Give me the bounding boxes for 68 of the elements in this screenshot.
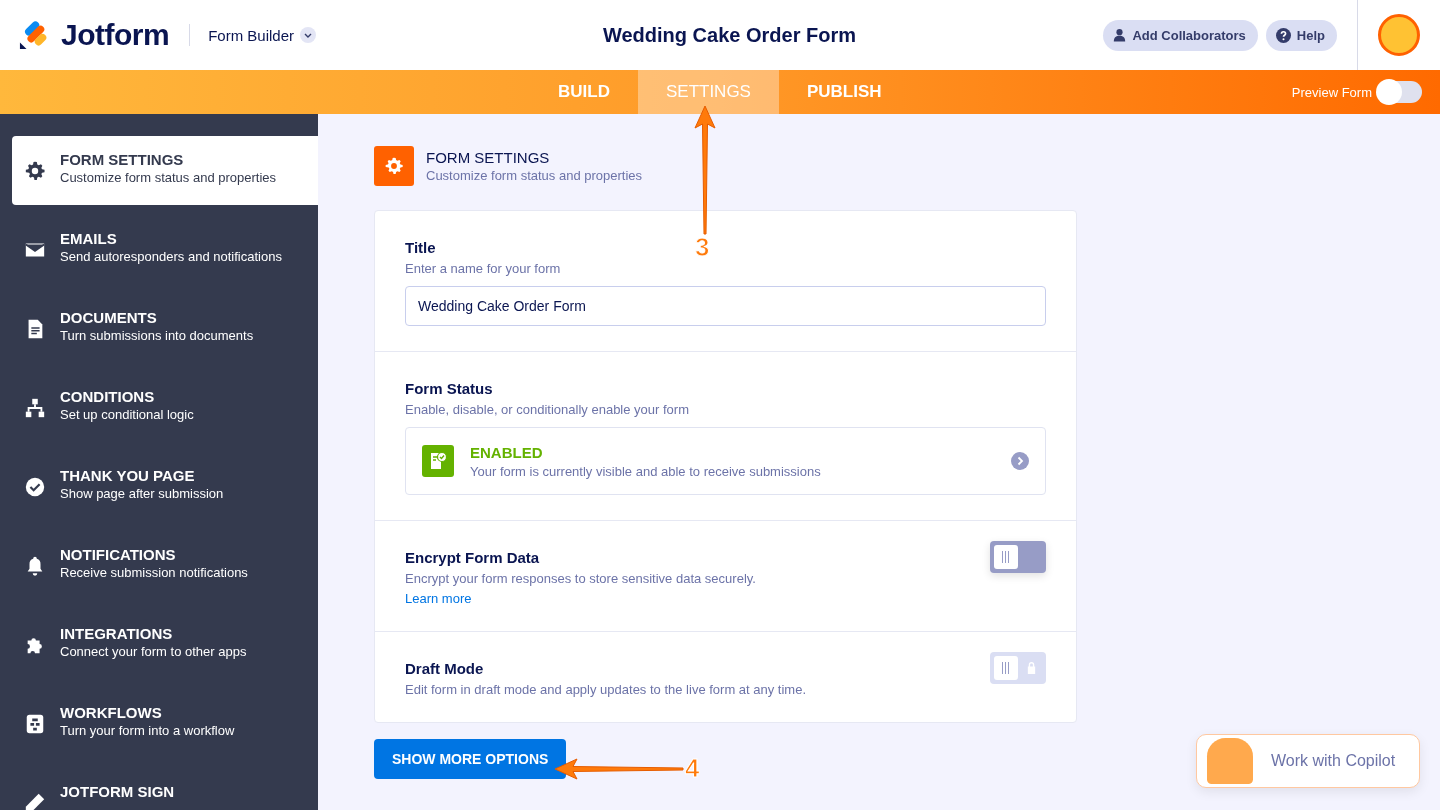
sidebar-item-title: WORKFLOWS <box>60 704 163 721</box>
form-status-selector[interactable]: ENABLED Your form is currently visible and able to receive submissions <box>405 427 1046 495</box>
form-builder-dropdown[interactable]: Form Builder <box>208 26 317 44</box>
title-input-field[interactable]: Wedding Cake Order Form <box>405 286 1046 326</box>
status-description: Your form is currently visible and able to receive submissions <box>470 463 822 479</box>
sidebar-item-subtitle: Turn your form into a workflow <box>60 723 235 738</box>
gear-icon <box>374 146 414 186</box>
preview-form-label: Preview Form <box>1291 84 1372 100</box>
sidebar-item-subtitle: Receive submission notifications <box>60 565 248 580</box>
logo-text[interactable]: Jotform <box>61 18 170 52</box>
sidebar-item[interactable]: FORM SETTINGS Customize form status and properties <box>12 136 318 205</box>
setting-title: Form Status <box>405 380 493 397</box>
section-subtitle: Customize form status and properties <box>426 168 643 183</box>
annotation-number: 3 <box>695 232 710 263</box>
sidebar-item-title: DOCUMENTS <box>60 309 158 326</box>
form-title: Wedding Cake Order Form <box>603 23 856 47</box>
sidebar-item-subtitle: Send autoresponders and notifications <box>60 249 282 264</box>
sidebar-item-title: THANK YOU PAGE <box>60 467 196 484</box>
sidebar-item[interactable]: CONDITIONS Set up conditional logic <box>12 373 318 442</box>
setting-title: Title <box>405 239 436 256</box>
annotation-number: 4 <box>685 753 700 784</box>
person-icon <box>1113 28 1127 42</box>
status-label: ENABLED <box>470 443 544 461</box>
sidebar-item[interactable]: EMAILS Send autoresponders and notifications <box>12 215 318 284</box>
sign-icon <box>24 792 46 810</box>
mascot-drawing <box>1207 738 1253 784</box>
setting-description: Enter a name for your form <box>405 261 562 276</box>
sidebar-item[interactable]: INTEGRATIONS Connect your form to other apps <box>12 610 318 679</box>
setting-title: Draft Mode <box>405 660 484 677</box>
flow-icon <box>24 713 46 735</box>
sidebar-item[interactable]: WORKFLOWS Turn your form into a workflow <box>12 689 318 758</box>
sidebar-item-title: EMAILS <box>60 230 118 247</box>
learn-more-link[interactable]: Learn more <box>405 591 756 606</box>
preview-toggle[interactable] <box>1378 81 1422 103</box>
sidebar-item-subtitle: Show page after submission <box>60 486 224 501</box>
gear-icon <box>24 160 46 182</box>
sidebar-item-title: FORM SETTINGS <box>60 151 185 168</box>
sidebar-item-title: CONDITIONS <box>60 388 156 405</box>
setting-title: Encrypt Form Data <box>405 549 540 566</box>
sidebar-item[interactable]: JOTFORM SIGN <box>12 768 318 810</box>
sidebar-item[interactable]: NOTIFICATIONS Receive submission notifications <box>12 531 318 600</box>
sidebar-item[interactable]: DOCUMENTS Turn submissions into documents <box>12 294 318 363</box>
sidebar-item-subtitle: Customize form status and properties <box>60 170 277 185</box>
copilot-button[interactable]: Work with Copilot <box>1196 734 1420 788</box>
toggle-switch[interactable] <box>990 652 1046 684</box>
help-icon <box>1275 27 1291 43</box>
setting-description: Encrypt your form responses to store sensitive data securely. <box>405 571 756 586</box>
section-title: FORM SETTINGS <box>426 149 551 166</box>
tree-icon <box>24 397 46 419</box>
setting-description: Enable, disable, or conditionally enable your form <box>405 402 690 417</box>
sidebar-item-title: JOTFORM SIGN <box>60 783 175 800</box>
sidebar-item-subtitle: Connect your form to other apps <box>60 644 247 659</box>
logo-icon <box>19 20 49 50</box>
sidebar-item-subtitle: Set up conditional logic <box>60 407 194 422</box>
sidebar-item-title: NOTIFICATIONS <box>60 546 177 563</box>
setting-description: Edit form in draft mode and apply updates to the live form at any time. <box>405 682 807 697</box>
toggle-switch[interactable] <box>990 541 1046 573</box>
sidebar-item[interactable]: THANK YOU PAGE Show page after submission <box>12 452 318 521</box>
sidebar-item-title: INTEGRATIONS <box>60 625 174 642</box>
avatar[interactable] <box>1378 14 1420 56</box>
add-collaborators-button[interactable]: Add Collaborators <box>1103 19 1258 51</box>
check-icon <box>24 476 46 498</box>
sidebar-item-subtitle: Turn submissions into documents <box>60 328 254 343</box>
help-button[interactable]: Help <box>1265 19 1337 51</box>
form-check-icon <box>422 445 454 477</box>
chevron-down-icon <box>300 27 317 43</box>
show-more-options-button[interactable]: SHOW MORE OPTIONS <box>374 739 567 779</box>
chevron-right-icon <box>1011 452 1029 470</box>
